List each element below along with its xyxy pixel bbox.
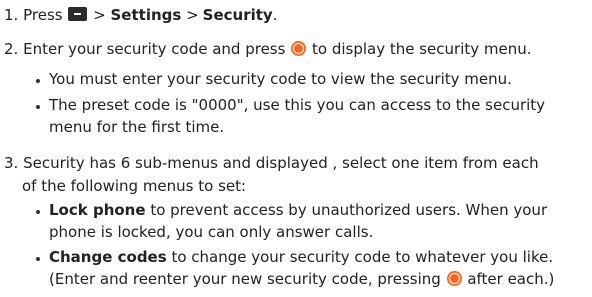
bullet-dot: [36, 257, 40, 261]
step-3-text: of the following menus to set:: [22, 177, 247, 195]
bullet-dot: [36, 79, 40, 83]
change-codes-term: Change codes: [49, 248, 167, 266]
step-3-line-2: of the following menus to set:: [22, 176, 246, 196]
step-1-separator-1: >: [93, 6, 106, 24]
ok-key-icon: [446, 271, 462, 286]
settings-label: Settings: [110, 6, 182, 24]
menu-key-icon: [68, 7, 88, 21]
lock-phone-item-line-2: phone is locked, you can only answer cal…: [49, 222, 373, 242]
step-1-number: 1.: [4, 6, 19, 24]
bullet-text: The preset code is "0000", use this you …: [49, 96, 546, 114]
lock-phone-item-line-1: Lock phone to prevent access by unauthor…: [49, 200, 547, 220]
step-3-line-1: 3. Security has 6 sub-menus and displaye…: [4, 153, 539, 173]
change-codes-item-line-1: Change codes to change your security cod…: [49, 247, 553, 267]
step-2-text-post: to display the security menu.: [312, 40, 532, 58]
bullet-text: menu for the first time.: [49, 118, 225, 136]
step-2-bullet-2-line-2: menu for the first time.: [49, 117, 224, 137]
bullet-text: You must enter your security code to vie…: [49, 70, 512, 88]
bullet-dot: [36, 105, 40, 109]
bullet-text: (Enter and reenter your new security cod…: [49, 270, 441, 288]
step-2-number: 2.: [4, 40, 19, 58]
step-1-separator-2: >: [186, 6, 199, 24]
step-1-press: Press: [23, 6, 63, 24]
step-3-text: Security has 6 sub-menus and displayed ,…: [23, 154, 539, 172]
security-label: Security: [202, 6, 273, 24]
change-codes-item-line-2: (Enter and reenter your new security cod…: [49, 269, 554, 289]
bullet-text: to prevent access by unauthorized users.…: [150, 201, 548, 219]
bullet-text: after each.): [467, 270, 555, 288]
step-2: 2. Enter your security code and press to…: [4, 39, 532, 59]
step-1: 1. Press > Settings > Security.: [4, 5, 278, 25]
step-3-number: 3.: [4, 154, 19, 172]
bullet-dot: [36, 210, 40, 214]
step-2-text-pre: Enter your security code and press: [23, 40, 286, 58]
lock-phone-term: Lock phone: [49, 201, 146, 219]
bullet-text: to change your security code to whatever…: [171, 248, 554, 266]
bullet-text: phone is locked, you can only answer cal…: [49, 223, 374, 241]
step-2-bullet-1: You must enter your security code to vie…: [49, 69, 512, 89]
step-2-bullet-2-line-1: The preset code is "0000", use this you …: [49, 95, 545, 115]
ok-key-icon: [291, 41, 307, 56]
step-1-period: .: [272, 6, 278, 24]
instructions-document: 1. Press > Settings > Security. 2. Enter …: [0, 0, 592, 297]
